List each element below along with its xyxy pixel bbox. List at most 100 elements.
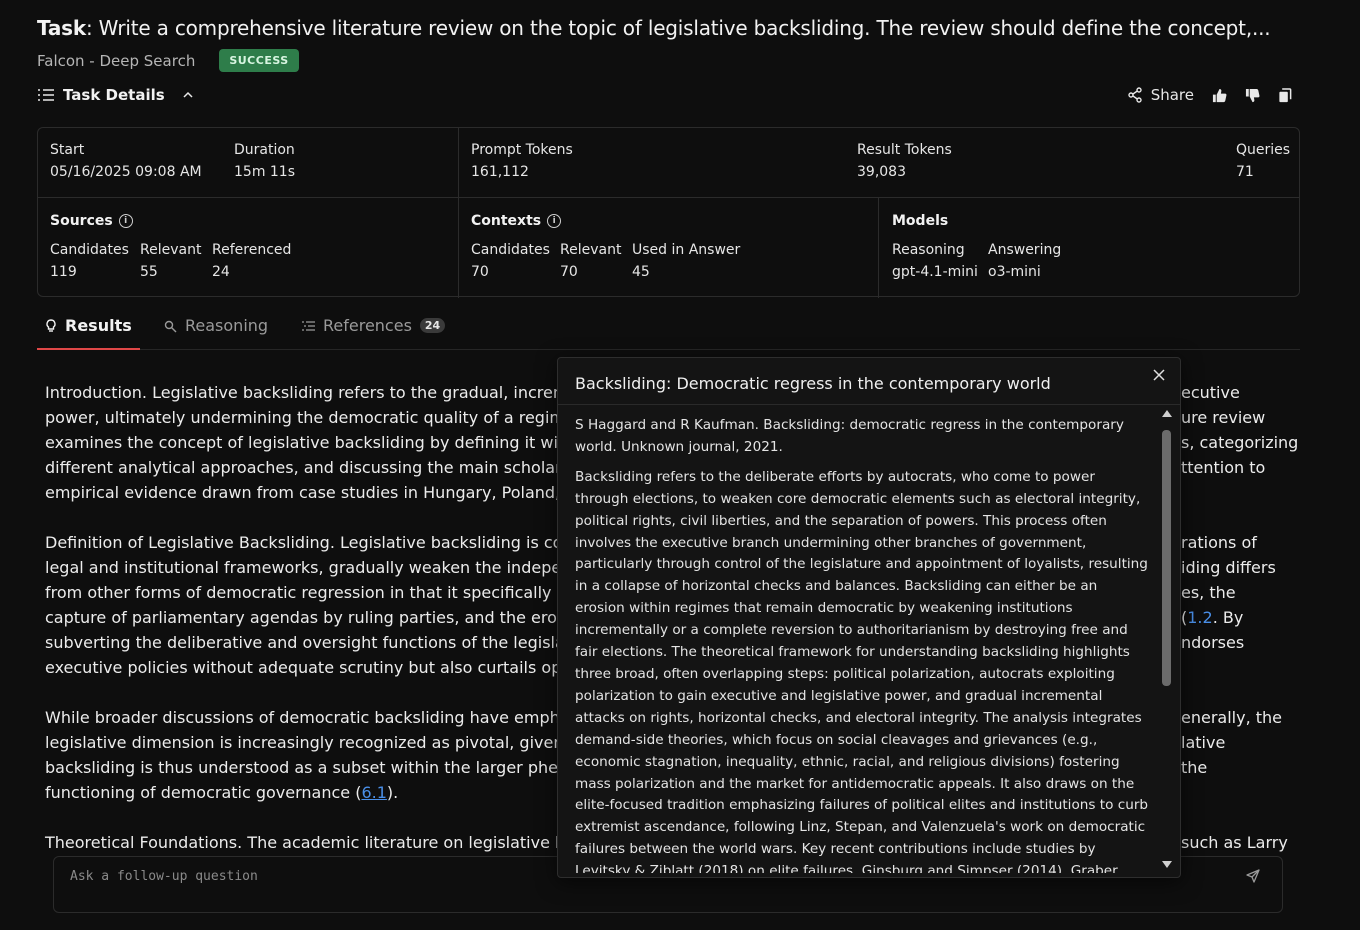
text-line: ndorses <box>1181 633 1245 652</box>
stat-value: 39,083 <box>857 164 906 180</box>
stat-value: 15m 11s <box>234 164 296 180</box>
stat-label: Answering <box>988 242 1062 258</box>
stat-label: Duration <box>234 142 295 158</box>
text-line: power, ultimately undermining the democr… <box>45 408 594 427</box>
popover-header: Backsliding: Democratic regress in the c… <box>558 358 1180 405</box>
reference-abstract: Backsliding refers to the deliberate eff… <box>575 468 1149 873</box>
popover-scrollbar[interactable] <box>1160 408 1174 874</box>
task-actions: Share <box>1127 86 1292 104</box>
citation-link[interactable]: 1.2 <box>1187 608 1212 627</box>
task-stats-panel: Start 05/16/2025 09:08 AM Duration 15m 1… <box>37 127 1300 298</box>
text-line: While broader discussions of democratic … <box>45 708 578 727</box>
search-sparkle-icon <box>164 320 177 333</box>
text-line: empirical evidence drawn from case studi… <box>45 483 582 502</box>
tab-references[interactable]: References 24 <box>302 316 446 350</box>
model-answering: Answering o3-mini <box>988 242 1061 280</box>
stat-value: 70 <box>560 264 578 280</box>
task-details-toggle[interactable]: Task Details <box>37 86 193 104</box>
stat-value: 55 <box>140 264 158 280</box>
text-line: legislative dimension is increasingly re… <box>45 733 580 752</box>
share-button[interactable]: Share <box>1127 86 1194 104</box>
text-line: legal and institutional frameworks, grad… <box>45 558 582 577</box>
text-line: enerally, the <box>1181 708 1282 727</box>
stat-value: 70 <box>471 264 489 280</box>
text-line: backsliding is thus understood as a subs… <box>45 758 578 777</box>
contexts-candidates: Candidates 70 <box>471 242 550 280</box>
task-title: Task: Write a comprehensive literature r… <box>37 16 1271 40</box>
tab-label: Results <box>65 316 132 335</box>
text-line: subverting the deliberative and oversigh… <box>45 633 582 652</box>
send-icon[interactable] <box>1246 869 1260 883</box>
stat-label: Start <box>50 142 85 158</box>
contexts-used: Used in Answer 45 <box>632 242 740 280</box>
text-line: the <box>1181 758 1208 777</box>
stats-row-counts: Sources i Candidates 119 Relevant 55 Ref… <box>38 198 1299 298</box>
text-line: iding differs <box>1181 558 1276 577</box>
task-text: Write a comprehensive literature review … <box>98 16 1271 40</box>
thumbs-down-icon[interactable] <box>1245 88 1260 103</box>
text-fragment: functioning of democratic governance ( <box>45 783 362 802</box>
scroll-up-arrow-icon[interactable] <box>1162 410 1172 417</box>
divider <box>458 128 459 197</box>
contexts-relevant: Relevant 70 <box>560 242 621 280</box>
text-line: executive policies without adequate scru… <box>45 658 582 677</box>
stat-value: gpt-4.1-mini <box>892 264 978 280</box>
text-fragment: . By <box>1212 608 1244 627</box>
copy-icon[interactable] <box>1278 87 1292 103</box>
divider <box>878 198 879 298</box>
text-line: (1.2. By <box>1181 608 1244 627</box>
text-line: es, the <box>1181 583 1236 602</box>
stat-label: Candidates <box>50 242 129 258</box>
references-count-badge: 24 <box>419 318 446 333</box>
status-badge: SUCCESS <box>219 49 299 72</box>
scroll-down-arrow-icon[interactable] <box>1162 861 1172 868</box>
text-line: lative <box>1181 733 1226 752</box>
stat-label: Candidates <box>471 242 550 258</box>
text-line: capture of parliamentary agendas by ruli… <box>45 608 582 627</box>
reference-citation: S Haggard and R Kaufman. Backsliding: de… <box>575 417 1124 455</box>
close-icon[interactable] <box>1152 368 1166 382</box>
stat-value: 71 <box>1236 164 1254 180</box>
tab-results[interactable]: Results <box>37 316 140 350</box>
divider <box>458 198 459 298</box>
task-details-label: Task Details <box>63 86 165 104</box>
tab-label: Reasoning <box>185 316 269 335</box>
popover-title: Backsliding: Democratic regress in the c… <box>575 374 1051 393</box>
stat-label: Relevant <box>140 242 202 258</box>
stat-duration: Duration 15m 11s <box>234 142 295 180</box>
stat-value: 05/16/2025 09:08 AM <box>50 164 202 180</box>
stat-value: o3-mini <box>988 264 1041 280</box>
text-line: Introduction. Legislative backsliding re… <box>45 383 579 402</box>
stat-label: Reasoning <box>892 242 965 258</box>
stat-label: Referenced <box>212 242 292 258</box>
section-label: Models <box>892 213 949 229</box>
list-icon <box>302 320 315 332</box>
info-icon[interactable]: i <box>547 214 562 228</box>
text-line: ure review <box>1181 408 1266 427</box>
sources-title: Sources i <box>50 213 133 229</box>
text-line: rations of <box>1181 533 1257 552</box>
chevron-up-icon <box>183 91 193 99</box>
section-label: Sources <box>50 213 113 229</box>
scroll-thumb[interactable] <box>1162 430 1171 686</box>
info-icon[interactable]: i <box>118 214 133 228</box>
text-line: Definition of Legislative Backsliding. L… <box>45 533 582 552</box>
stat-value: 119 <box>50 264 77 280</box>
text-line: s, categorizing <box>1181 433 1299 452</box>
text-fragment: ). <box>386 783 399 802</box>
stat-value: 161,112 <box>471 164 529 180</box>
lightbulb-icon <box>45 319 57 333</box>
thumbs-up-icon[interactable] <box>1212 88 1227 103</box>
stat-value: 45 <box>632 264 650 280</box>
stat-label: Queries <box>1236 142 1291 158</box>
stat-label: Relevant <box>560 242 622 258</box>
tab-reasoning[interactable]: Reasoning <box>164 316 268 350</box>
stat-result-tokens: Result Tokens 39,083 <box>857 142 952 180</box>
stats-row-timing: Start 05/16/2025 09:08 AM Duration 15m 1… <box>38 128 1299 198</box>
stat-prompt-tokens: Prompt Tokens 161,112 <box>471 142 573 180</box>
text-line: ecutive <box>1181 383 1240 402</box>
citation-link[interactable]: 6.1 <box>361 783 386 802</box>
list-icon <box>37 88 55 102</box>
models-title: Models <box>892 213 948 229</box>
stat-start: Start 05/16/2025 09:08 AM <box>50 142 202 180</box>
